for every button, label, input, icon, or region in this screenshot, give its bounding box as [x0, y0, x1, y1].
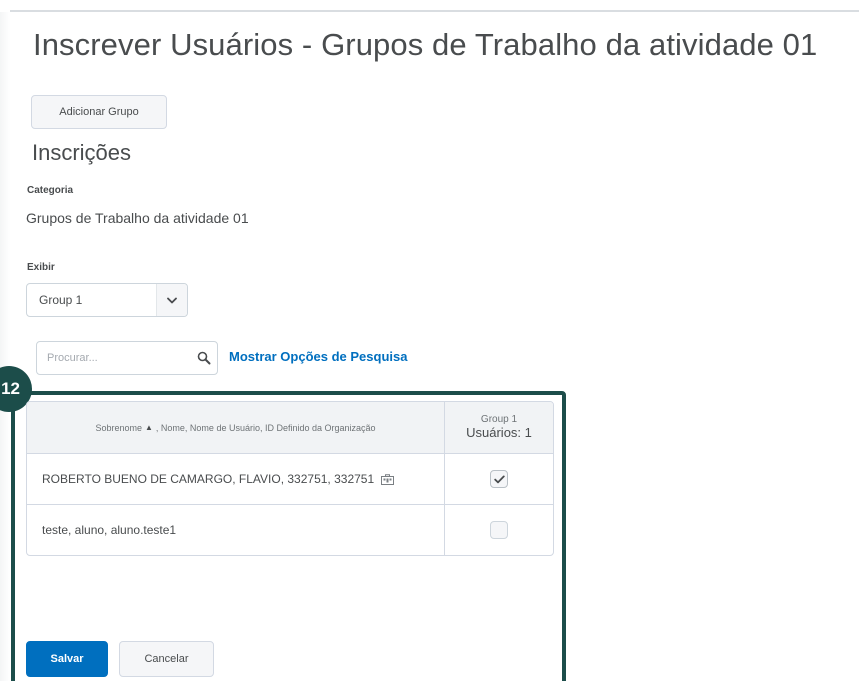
- user-name-cell: ROBERTO BUENO DE CAMARGO, FLAVIO, 332751…: [27, 454, 445, 504]
- user-name: ROBERTO BUENO DE CAMARGO, FLAVIO, 332751…: [42, 472, 375, 486]
- user-name: teste, aluno, aluno.teste1: [42, 523, 177, 537]
- table-row: teste, aluno, aluno.teste1: [27, 504, 553, 555]
- table-header-row: Sobrenome ▲ , Nome, Nome de Usuário, ID …: [27, 402, 553, 453]
- section-title: Inscrições: [32, 140, 132, 165]
- other-columns-label: , Nome, Nome de Usuário, ID Definido da …: [155, 422, 376, 433]
- group-user-count: Usuários: 1: [466, 424, 532, 440]
- view-label: Exibir: [27, 262, 55, 273]
- left-shadow: [0, 12, 10, 681]
- sort-ascending-icon[interactable]: ▲: [145, 423, 153, 432]
- enrollment-table: Sobrenome ▲ , Nome, Nome de Usuário, ID …: [26, 401, 554, 556]
- group-column-header: Group 1 Usuários: 1: [445, 402, 553, 453]
- search-field[interactable]: [36, 341, 218, 375]
- page: Inscrever Usuários - Grupos de Trabalho …: [0, 0, 859, 681]
- view-select[interactable]: Group 1: [26, 283, 188, 317]
- user-info-icon[interactable]: [381, 473, 395, 485]
- enroll-checkbox[interactable]: [490, 521, 508, 539]
- category-label: Categoria: [27, 185, 74, 196]
- add-group-button[interactable]: Adicionar Grupo: [31, 95, 167, 129]
- group-checkbox-cell: [445, 454, 553, 504]
- search-icon[interactable]: [191, 342, 217, 374]
- chevron-down-icon[interactable]: [156, 284, 187, 316]
- show-search-options-link[interactable]: Mostrar Opções de Pesquisa: [229, 349, 407, 364]
- category-value: Grupos de Trabalho da atividade 01: [26, 210, 249, 226]
- table-row: ROBERTO BUENO DE CAMARGO, FLAVIO, 332751…: [27, 453, 553, 504]
- sort-column-label[interactable]: Sobrenome: [95, 423, 142, 433]
- enroll-checkbox[interactable]: [490, 470, 508, 488]
- search-input[interactable]: [37, 351, 191, 365]
- user-name-cell: teste, aluno, aluno.teste1: [27, 505, 445, 555]
- name-column-header[interactable]: Sobrenome ▲ , Nome, Nome de Usuário, ID …: [27, 402, 445, 453]
- cancel-button[interactable]: Cancelar: [119, 641, 214, 677]
- save-button[interactable]: Salvar: [26, 641, 108, 677]
- group-checkbox-cell: [445, 505, 553, 555]
- view-select-value: Group 1: [39, 293, 83, 307]
- page-title: Inscrever Usuários - Grupos de Trabalho …: [33, 27, 818, 62]
- top-divider: [10, 10, 859, 12]
